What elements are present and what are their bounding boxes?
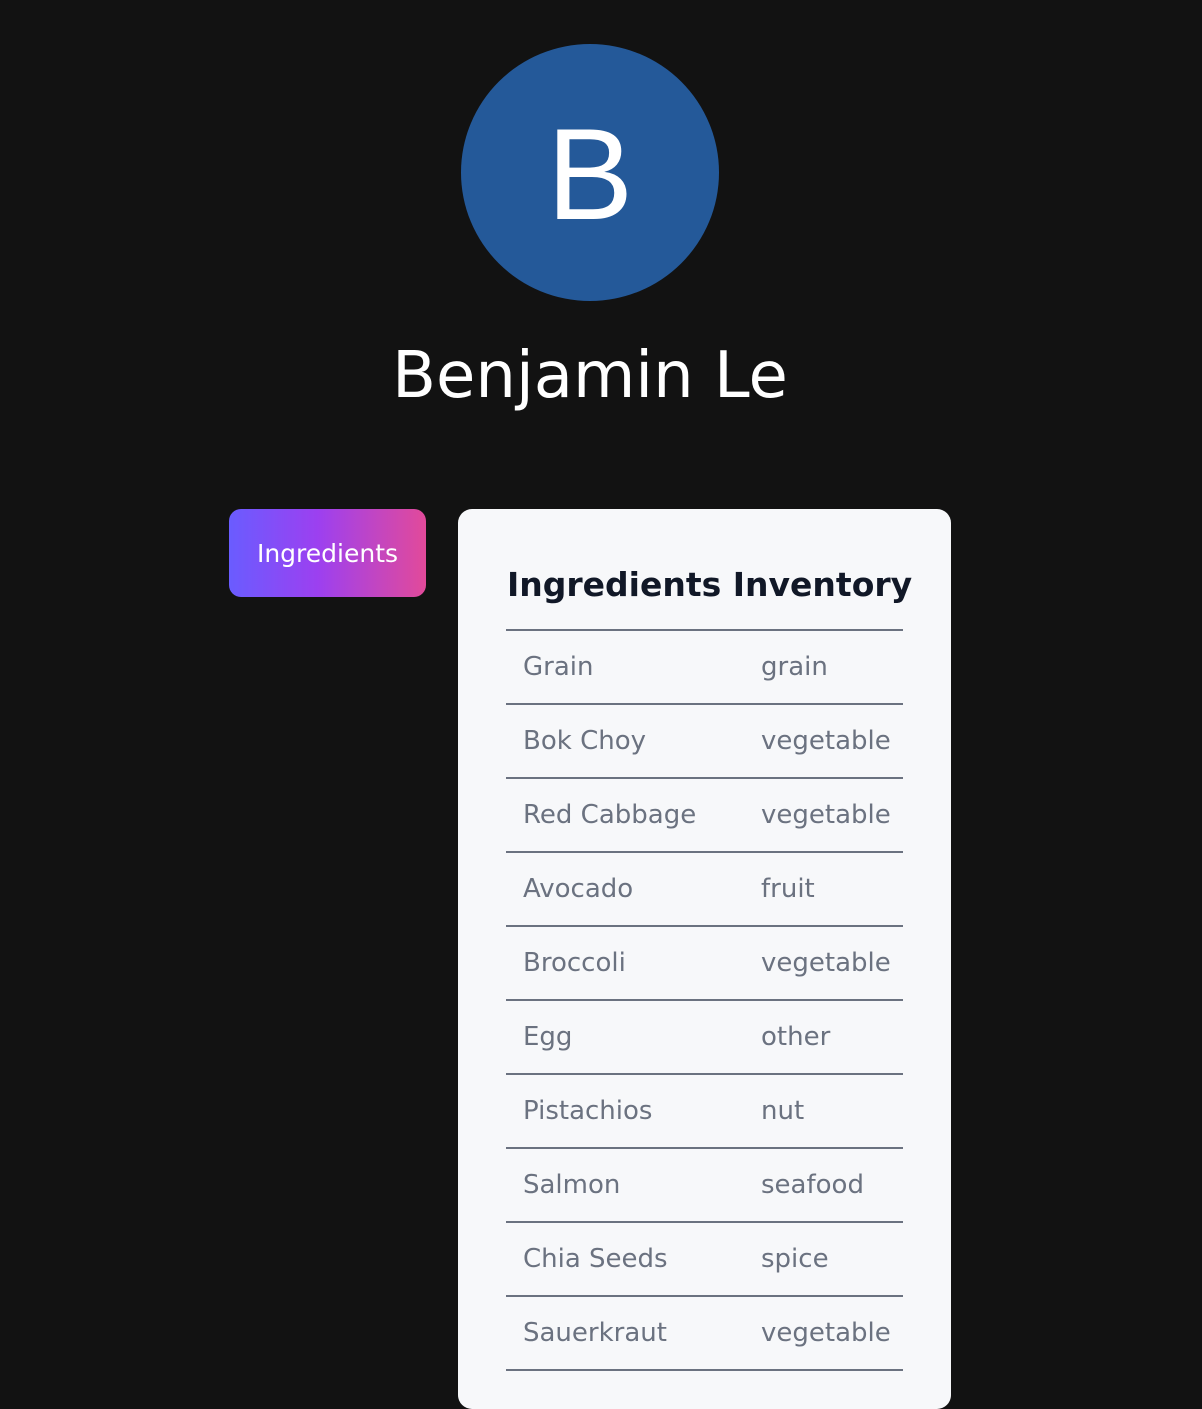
- ingredient-name: Pistachios: [506, 1074, 761, 1149]
- ingredient-name: Chia Seeds: [506, 1222, 761, 1297]
- ingredient-name: Broccoli: [506, 926, 761, 1001]
- table-row: Salmon seafood: [506, 1148, 903, 1223]
- table-row: Chia Seeds spice: [506, 1222, 903, 1297]
- ingredient-name: Bok Choy: [506, 704, 761, 779]
- ingredient-type: vegetable: [761, 778, 903, 853]
- ingredient-type: grain: [761, 630, 903, 705]
- ingredient-type: fruit: [761, 852, 903, 927]
- ingredient-name: Egg: [506, 1000, 761, 1075]
- ingredient-type: vegetable: [761, 1296, 903, 1371]
- ingredient-type: spice: [761, 1222, 903, 1297]
- ingredient-type: nut: [761, 1074, 903, 1149]
- ingredient-name: Avocado: [506, 852, 761, 927]
- table-row: Avocado fruit: [506, 852, 903, 927]
- ingredients-button[interactable]: Ingredients: [229, 509, 426, 597]
- ingredient-name: Sauerkraut: [506, 1296, 761, 1371]
- avatar: B: [461, 44, 719, 301]
- inventory-title: Ingredients Inventory: [507, 565, 913, 604]
- user-name: Benjamin Le: [392, 339, 788, 413]
- table-row: Sauerkraut vegetable: [506, 1296, 903, 1371]
- ingredient-type: seafood: [761, 1148, 903, 1223]
- ingredient-type: vegetable: [761, 704, 903, 779]
- avatar-initial: B: [546, 100, 634, 247]
- table-row: Bok Choy vegetable: [506, 704, 903, 779]
- table-row: Egg other: [506, 1000, 903, 1075]
- table-row: Grain grain: [506, 630, 903, 705]
- ingredient-type: vegetable: [761, 926, 903, 1001]
- inventory-card: Ingredients Inventory Grain grain Bok Ch…: [458, 509, 951, 1409]
- inventory-table: Grain grain Bok Choy vegetable Red Cabba…: [506, 629, 903, 1371]
- table-row: Pistachios nut: [506, 1074, 903, 1149]
- ingredient-name: Red Cabbage: [506, 778, 761, 853]
- ingredient-name: Salmon: [506, 1148, 761, 1223]
- table-row: Broccoli vegetable: [506, 926, 903, 1001]
- table-row: Red Cabbage vegetable: [506, 778, 903, 853]
- ingredient-type: other: [761, 1000, 903, 1075]
- ingredient-name: Grain: [506, 630, 761, 705]
